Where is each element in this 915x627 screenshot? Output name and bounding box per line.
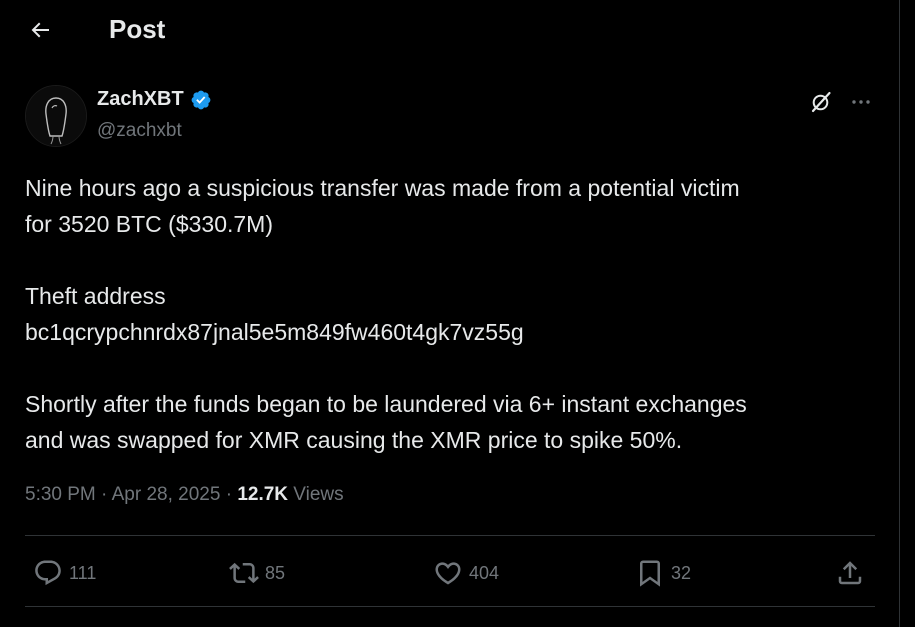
- tweet-line: and was swapped for XMR causing the XMR …: [25, 427, 683, 453]
- like-button[interactable]: 404: [433, 550, 499, 596]
- post-time[interactable]: 5:30 PM: [25, 484, 96, 505]
- post-meta: 5:30 PM · Apr 28, 2025 · 12.7K Views: [25, 484, 344, 506]
- share-button[interactable]: [835, 550, 865, 596]
- views-count[interactable]: 12.7K: [237, 484, 288, 505]
- like-count: 404: [469, 562, 500, 583]
- arrow-left-icon: [31, 22, 49, 38]
- reply-icon: [35, 560, 61, 586]
- repost-icon: [229, 562, 259, 584]
- divider: [25, 535, 875, 536]
- bookmark-count: 32: [671, 562, 692, 583]
- avatar[interactable]: [25, 85, 87, 147]
- more-icon: [852, 100, 870, 104]
- avatar-image: [26, 86, 86, 146]
- views-label: Views: [293, 484, 344, 505]
- grok-button[interactable]: [806, 87, 836, 117]
- theft-address: bc1qcrypchnrdx87jnal5e5m849fw460t4gk7vz5…: [25, 319, 524, 345]
- divider: [25, 606, 875, 607]
- reply-button[interactable]: 111: [33, 550, 96, 596]
- author-name-row: ZachXBT: [97, 88, 212, 111]
- verified-badge-icon[interactable]: [190, 89, 212, 111]
- page-header: Post: [0, 0, 899, 58]
- tweet-text: Nine hours ago a suspicious transfer was…: [25, 170, 875, 458]
- post-page: Post ZachXBT @zachxbt Nine hours ago a s…: [0, 0, 900, 627]
- author-name[interactable]: ZachXBT: [97, 88, 184, 111]
- grok-icon: [811, 91, 831, 113]
- back-button[interactable]: [22, 12, 58, 48]
- meta-separator: ·: [225, 484, 233, 505]
- repost-button[interactable]: 85: [229, 550, 285, 596]
- tweet-line: Nine hours ago a suspicious transfer was…: [25, 175, 740, 201]
- tweet-line: Shortly after the funds began to be laun…: [25, 391, 747, 417]
- post-date[interactable]: Apr 28, 2025: [112, 484, 221, 505]
- reply-count: 111: [69, 562, 97, 583]
- share-icon: [838, 561, 862, 585]
- repost-count: 85: [265, 562, 286, 583]
- page-title: Post: [109, 14, 166, 44]
- meta-separator: ·: [101, 484, 108, 505]
- tweet-line: for 3520 BTC ($330.7M): [25, 211, 274, 237]
- bookmark-button[interactable]: 32: [635, 550, 691, 596]
- author-handle[interactable]: @zachxbt: [97, 120, 182, 142]
- tweet-line: Theft address: [25, 283, 166, 309]
- bookmark-icon: [640, 560, 660, 587]
- action-bar: 111 85 404 32: [25, 550, 875, 596]
- more-button[interactable]: [846, 87, 876, 117]
- heart-icon: [435, 562, 461, 585]
